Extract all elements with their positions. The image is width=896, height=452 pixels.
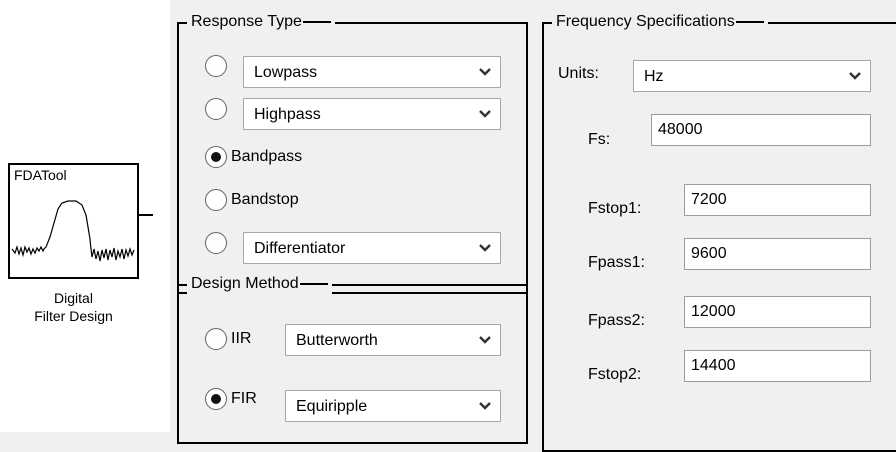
differentiator-label: Differentiator: [254, 240, 346, 257]
filter-response-icon: [11, 200, 135, 262]
chevron-down-icon: [479, 110, 491, 118]
radio-highpass[interactable]: [205, 98, 227, 120]
highpass-label: Highpass: [254, 106, 321, 123]
fir-method-dropdown[interactable]: Equiripple: [285, 390, 501, 422]
lowpass-label: Lowpass: [254, 64, 318, 81]
fpass1-label: Fpass1:: [588, 254, 645, 271]
units-dropdown[interactable]: Hz: [633, 60, 871, 92]
design-method-title: Design Method: [187, 274, 332, 294]
chevron-down-icon: [849, 72, 861, 80]
radio-lowpass[interactable]: [205, 55, 227, 77]
lowpass-dropdown[interactable]: Lowpass: [243, 56, 501, 88]
frequency-specs-group: Frequency Specifications Units: Hz Fs: F…: [542, 12, 896, 452]
fpass2-input[interactable]: [684, 296, 871, 328]
iir-label[interactable]: IIR: [231, 329, 251, 349]
iir-method-dropdown[interactable]: Butterworth: [285, 324, 501, 356]
block-caption: Digital Filter Design: [0, 289, 147, 325]
fpass1-input[interactable]: [684, 238, 871, 270]
radio-iir[interactable]: [205, 328, 227, 350]
fs-label: Fs:: [588, 131, 611, 148]
fstop2-label: Fstop2:: [588, 366, 642, 383]
units-label: Units:: [558, 65, 599, 82]
design-method-group: Design Method IIR Butterworth FIR Equiri…: [177, 274, 528, 444]
chevron-down-icon: [479, 336, 491, 344]
radio-bandpass[interactable]: [205, 146, 227, 168]
block-port-line: [139, 214, 153, 216]
fdatool-block[interactable]: FDATool: [8, 163, 139, 279]
response-type-title: Response Type: [187, 12, 335, 32]
response-type-group: Response Type Lowpass Highpass Bandpass …: [177, 12, 528, 294]
caption-line-1: Digital: [54, 290, 93, 306]
fpass2-label: Fpass2:: [588, 312, 645, 329]
block-title: FDATool: [14, 167, 67, 183]
fs-input[interactable]: [651, 114, 871, 146]
units-value: Hz: [644, 68, 664, 85]
highpass-dropdown[interactable]: Highpass: [243, 98, 501, 130]
radio-bandstop[interactable]: [205, 189, 227, 211]
iir-method-value: Butterworth: [296, 332, 378, 349]
bandpass-label[interactable]: Bandpass: [231, 147, 302, 167]
chevron-down-icon: [479, 68, 491, 76]
radio-differentiator[interactable]: [205, 232, 227, 254]
fstop1-input[interactable]: [684, 184, 871, 216]
frequency-specs-title: Frequency Specifications: [552, 12, 768, 32]
chevron-down-icon: [479, 402, 491, 410]
fir-method-value: Equiripple: [296, 398, 368, 415]
chevron-down-icon: [479, 244, 491, 252]
radio-fir[interactable]: [205, 388, 227, 410]
fstop1-label: Fstop1:: [588, 200, 642, 217]
fir-label[interactable]: FIR: [231, 389, 257, 409]
bandstop-label[interactable]: Bandstop: [231, 190, 299, 210]
fstop2-input[interactable]: [684, 350, 871, 382]
caption-line-2: Filter Design: [34, 308, 113, 324]
block-area: FDATool Digital Filter Design: [0, 0, 170, 432]
differentiator-dropdown[interactable]: Differentiator: [243, 232, 501, 264]
